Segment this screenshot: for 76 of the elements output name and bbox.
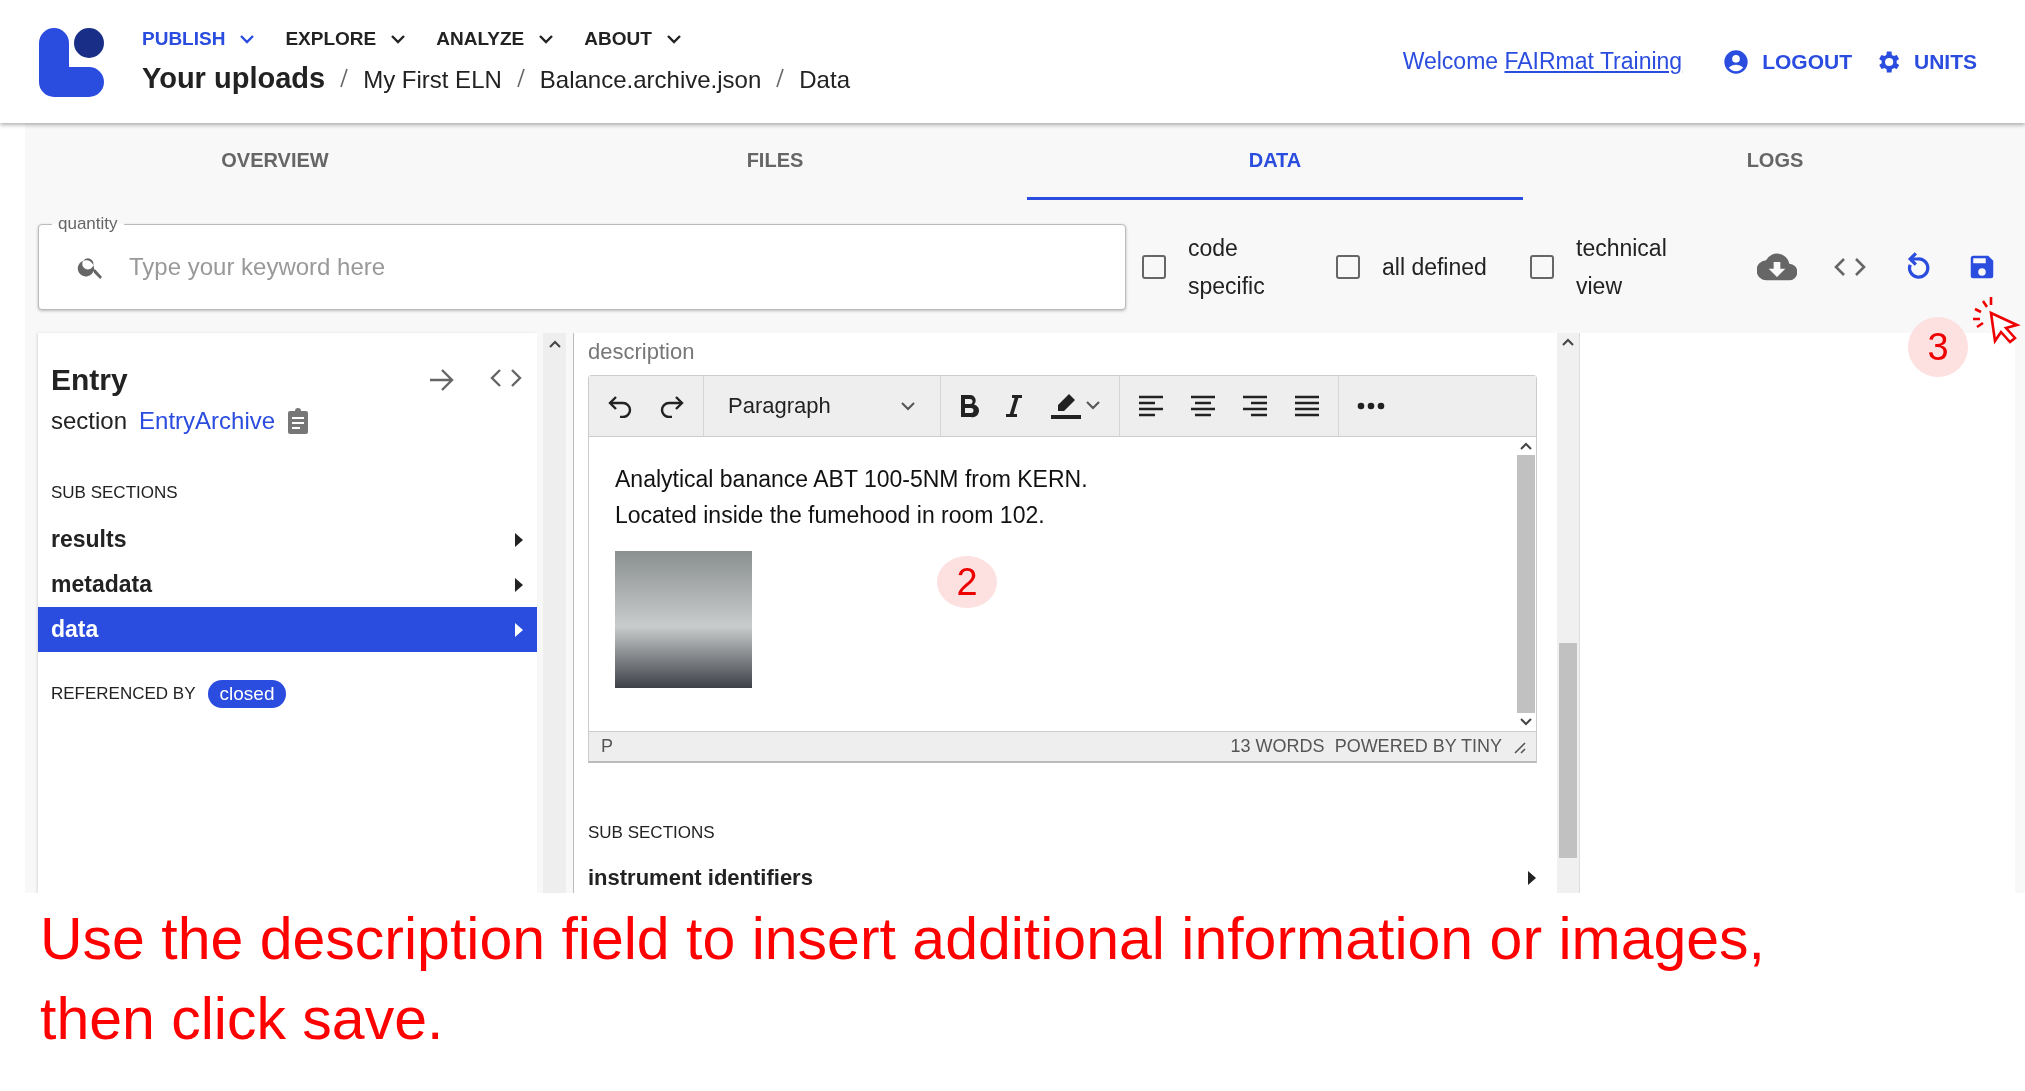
subsection-item[interactable]: data [38,607,537,652]
nav-menu[interactable]: PUBLISH [142,28,256,50]
nav-menu[interactable]: EXPLORE [285,28,407,50]
breadcrumb-link[interactable]: My First ELN [363,66,502,94]
italic-icon[interactable] [1005,394,1023,418]
tab[interactable]: LOGS [1527,123,2023,200]
align-justify-icon[interactable] [1294,395,1320,417]
align-left-icon[interactable] [1138,395,1164,417]
field-label: description [588,338,696,366]
align-right-icon[interactable] [1242,395,1268,417]
step-marker: 2 [937,556,997,608]
checkbox[interactable] [1142,254,1166,279]
user-icon [1722,47,1751,76]
description-text: Analytical banance ABT 100-5NM from KERN. [615,465,1089,494]
subsection-item[interactable]: metadata [38,562,537,607]
section-link[interactable]: EntryArchive [139,407,276,435]
caret-right-icon [514,531,524,548]
caret-right-icon [514,621,524,638]
undo-icon[interactable] [607,394,633,418]
element-path[interactable]: P [601,736,613,757]
page-title: Your uploads [142,62,326,95]
code-icon[interactable] [1833,256,1867,277]
bold-icon[interactable] [959,394,979,418]
scroll-up-icon [547,339,562,349]
checkbox[interactable] [1336,254,1360,279]
align-center-icon[interactable] [1190,395,1216,417]
breadcrumb-link[interactable]: Data [799,66,850,94]
instruction-caption: Use the description field to insert additional information or images, then click save. [40,905,1766,1054]
caret-right-icon [1527,870,1537,886]
chevron-down-icon[interactable] [239,34,256,44]
cloud-download-icon[interactable] [1757,251,1797,282]
user-link[interactable]: FAIRmat Training [1504,48,1683,74]
subsection-item[interactable]: instrument identifiers [588,865,1537,891]
nav-menu[interactable]: ANALYZE [436,28,555,50]
chevron-down-icon[interactable] [665,34,682,44]
status-badge[interactable]: closed [207,680,287,708]
units-button[interactable]: UNITS [1874,47,1977,76]
breadcrumb-link[interactable]: Balance.archive.json [539,66,762,94]
scrollbar-thumb[interactable] [1559,643,1577,858]
description-text: Located inside the fumehood in room 102. [615,501,1046,530]
checkbox-label: code specific [1188,233,1266,301]
section-label: section [51,407,128,435]
welcome-text: Welcome FAIRmat Training [1402,48,1683,75]
scrollbar-thumb[interactable] [1517,455,1535,713]
checkbox-label: technical view [1576,233,1668,301]
checkbox-label: all defined [1382,252,1488,282]
caret-right-icon [514,576,524,593]
nav-menu[interactable]: ABOUT [584,28,682,50]
branding-link[interactable]: POWERED BY TINY [1334,736,1502,757]
resize-handle-icon[interactable] [1512,739,1526,754]
chevron-down-icon[interactable] [538,34,555,44]
tab[interactable]: DATA [1027,123,1523,200]
tab[interactable]: FILES [527,123,1023,200]
scroll-up-icon [1561,337,1575,347]
subsection-item[interactable]: results [38,517,537,562]
referenced-by-label: REFERENCED BY [51,684,196,704]
arrow-right-icon[interactable] [428,368,456,392]
chevron-down-icon [900,401,916,411]
step-marker: 3 [1908,317,1968,377]
tab[interactable]: OVERVIEW [27,123,523,200]
more-icon[interactable] [1357,402,1385,410]
code-icon[interactable] [490,368,522,388]
checkbox[interactable] [1530,254,1554,279]
logout-button[interactable]: LOGOUT [1722,47,1852,76]
chevron-down-icon[interactable] [390,34,407,44]
scroll-up-icon [1519,441,1533,451]
section-heading: SUB SECTIONS [50,482,179,504]
clipboard-icon[interactable] [287,408,310,434]
word-count: 13 WORDS [1230,736,1325,757]
highlighter-icon[interactable] [1049,392,1101,420]
entry-title: Entry [51,363,128,397]
redo-icon[interactable] [659,394,685,418]
logo-icon[interactable] [38,26,106,97]
format-dropdown[interactable]: Paragraph [722,392,922,420]
section-heading: SUB SECTIONS [588,822,716,844]
scroll-down-icon [1519,717,1533,727]
